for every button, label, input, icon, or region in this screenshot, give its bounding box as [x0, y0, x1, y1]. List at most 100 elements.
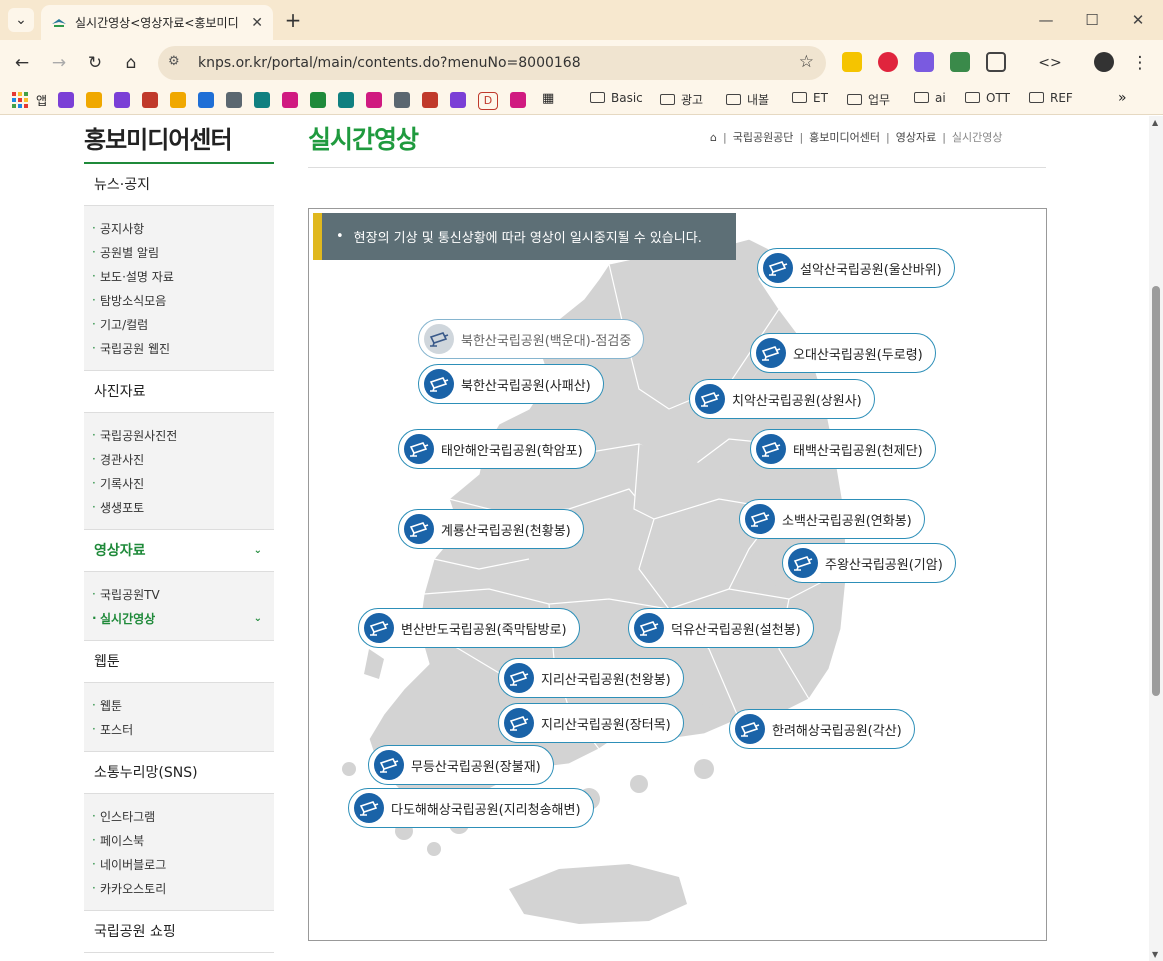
more-bookmarks-icon[interactable]: »	[1118, 90, 1127, 106]
sidebar-subitem[interactable]: 포스터	[84, 717, 274, 742]
tab-groups-icon[interactable]: ▦	[542, 91, 554, 106]
new-tab-button[interactable]: +	[280, 8, 306, 32]
live-camera-button[interactable]: 덕유산국립공원(설천봉)	[628, 608, 814, 648]
breadcrumb-item[interactable]: 홍보미디어센터	[809, 129, 880, 145]
sidebar-section-3[interactable]: 웹툰	[84, 641, 274, 683]
sidebar-subitem[interactable]: 국립공원 웹진	[84, 336, 274, 361]
tab-search-button[interactable]: ⌄	[8, 8, 34, 32]
live-camera-button[interactable]: 설악산국립공원(울산바위)	[757, 248, 955, 288]
breadcrumb-item[interactable]: 실시간영상	[952, 129, 1003, 145]
sidebar-subitem[interactable]: 탐방소식모음	[84, 288, 274, 313]
extension-download-icon[interactable]	[914, 52, 934, 72]
bookmark-folder[interactable]: 내볼	[726, 91, 769, 108]
live-camera-button[interactable]: 다도해해상국립공원(지리청송해변)	[348, 788, 594, 828]
bookmark-folder[interactable]: Basic	[590, 91, 643, 105]
extensions-puzzle-icon[interactable]	[986, 52, 1006, 72]
browser-tab[interactable]: 실시간영상<영상자료<홍보미디 ✕	[41, 5, 273, 40]
bookmark-favicon-icon[interactable]	[450, 92, 466, 108]
bookmark-favicon-icon[interactable]	[170, 92, 186, 108]
breadcrumb-item[interactable]: 국립공원공단	[733, 129, 794, 145]
forward-icon[interactable]: →	[47, 51, 71, 75]
live-camera-button[interactable]: 주왕산국립공원(기암)	[782, 543, 956, 583]
sidebar-subitem[interactable]: 보도·설명 자료	[84, 264, 274, 289]
maximize-icon[interactable]: ☐	[1072, 8, 1112, 32]
bookmark-folder[interactable]: OTT	[965, 91, 1010, 105]
sidebar-subitem[interactable]: 공원별 알림	[84, 240, 274, 265]
bookmark-favicon-icon[interactable]	[510, 92, 526, 108]
live-camera-button[interactable]: 지리산국립공원(천왕봉)	[498, 658, 684, 698]
bookmark-favicon-icon[interactable]	[310, 92, 326, 108]
sidebar-section-2[interactable]: 영상자료 ⌄	[84, 530, 274, 572]
bookmark-favicon-icon[interactable]	[282, 92, 298, 108]
live-camera-button[interactable]: 지리산국립공원(장터목)	[498, 703, 684, 743]
live-camera-button[interactable]: 한려해상국립공원(각산)	[729, 709, 915, 749]
bookmark-favicon-icon[interactable]	[198, 92, 214, 108]
tab-close-icon[interactable]: ✕	[251, 15, 263, 31]
extension-bulb-icon[interactable]	[842, 52, 862, 72]
sidebar-subitem[interactable]: 웹툰	[84, 693, 274, 718]
sidebar-section-5[interactable]: 국립공원 쇼핑	[84, 911, 274, 953]
sidebar-section-1[interactable]: 사진자료	[84, 371, 274, 413]
scroll-up-icon[interactable]: ▲	[1152, 118, 1158, 127]
bookmark-favicon-icon[interactable]	[366, 92, 382, 108]
sidebar-subitem[interactable]: 실시간영상 ⌄	[84, 606, 274, 631]
sidebar-subitem[interactable]: 기고/컬럼	[84, 312, 274, 337]
home-icon[interactable]: ⌂	[710, 131, 717, 144]
live-camera-button[interactable]: 소백산국립공원(연화봉)	[739, 499, 925, 539]
sidebar-subitem[interactable]: 공지사항	[84, 216, 274, 241]
bookmark-favicon-icon[interactable]	[394, 92, 410, 108]
bookmark-favicon-icon[interactable]	[58, 92, 74, 108]
bookmark-folder[interactable]: ai	[914, 91, 946, 105]
sidebar-subitem[interactable]: 국립공원TV	[84, 582, 274, 607]
page-scrollbar[interactable]: ▲ ▼	[1149, 116, 1163, 961]
bookmark-star-icon[interactable]: ☆	[799, 52, 814, 72]
live-camera-button[interactable]: 오대산국립공원(두로령)	[750, 333, 936, 373]
bookmark-d-icon[interactable]: D	[478, 92, 498, 110]
sidebar-subitem[interactable]: 네이버블로그	[84, 852, 274, 877]
live-camera-button[interactable]: 치악산국립공원(상원사)	[689, 379, 875, 419]
live-camera-button[interactable]: 북한산국립공원(백운대)-점검중	[418, 319, 645, 359]
apps-grid-icon[interactable]	[12, 92, 28, 108]
devtools-code-icon[interactable]: <>	[1038, 51, 1062, 75]
live-camera-button[interactable]: 북한산국립공원(사패산)	[418, 364, 604, 404]
sidebar-section-0[interactable]: 뉴스·공지	[84, 164, 274, 206]
sidebar-section-4[interactable]: 소통누리망(SNS)	[84, 752, 274, 794]
bookmark-favicon-icon[interactable]	[254, 92, 270, 108]
bookmark-folder[interactable]: 광고	[660, 91, 703, 108]
bookmark-favicon-icon[interactable]	[422, 92, 438, 108]
sidebar-subitem[interactable]: 경관사진	[84, 447, 274, 472]
live-camera-button[interactable]: 무등산국립공원(장불재)	[368, 745, 554, 785]
sidebar-subitem[interactable]: 기록사진	[84, 471, 274, 496]
bookmark-folder[interactable]: REF	[1029, 91, 1073, 105]
live-camera-button[interactable]: 계룡산국립공원(천황봉)	[398, 509, 584, 549]
scrollbar-thumb[interactable]	[1152, 286, 1160, 696]
sidebar-subitem[interactable]: 생생포토	[84, 495, 274, 520]
sidebar-subitem[interactable]: 카카오스토리	[84, 876, 274, 901]
bookmark-apps-label[interactable]: 앱	[36, 92, 47, 109]
extension-pinterest-icon[interactable]	[878, 52, 898, 72]
sidebar-subitem[interactable]: 국립공원사진전	[84, 423, 274, 448]
bookmark-favicon-icon[interactable]	[86, 92, 102, 108]
back-icon[interactable]: ←	[10, 51, 34, 75]
sidebar-subitem[interactable]: 페이스북	[84, 828, 274, 853]
bookmark-favicon-icon[interactable]	[142, 92, 158, 108]
live-camera-button[interactable]: 태안해안국립공원(학암포)	[398, 429, 596, 469]
live-camera-button[interactable]: 변산반도국립공원(죽막탐방로)	[358, 608, 580, 648]
home-icon[interactable]: ⌂	[119, 51, 143, 75]
extension-image-icon[interactable]	[950, 52, 970, 72]
reload-icon[interactable]: ↻	[83, 51, 107, 75]
bookmark-folder[interactable]: ET	[792, 91, 828, 105]
address-bar[interactable]: ⚙ knps.or.kr/portal/main/contents.do?men…	[158, 46, 826, 80]
menu-kebab-icon[interactable]: ⋮	[1128, 51, 1152, 75]
profile-avatar[interactable]	[1094, 52, 1114, 72]
window-close-icon[interactable]: ✕	[1118, 8, 1158, 32]
minimize-icon[interactable]: —	[1026, 8, 1066, 32]
bookmark-folder[interactable]: 업무	[847, 91, 890, 108]
bookmark-favicon-icon[interactable]	[114, 92, 130, 108]
bookmark-favicon-icon[interactable]	[338, 92, 354, 108]
breadcrumb-item[interactable]: 영상자료	[896, 129, 936, 145]
live-camera-button[interactable]: 태백산국립공원(천제단)	[750, 429, 936, 469]
site-info-icon[interactable]: ⚙	[168, 54, 186, 72]
scroll-down-icon[interactable]: ▼	[1152, 950, 1158, 959]
bookmark-favicon-icon[interactable]	[226, 92, 242, 108]
